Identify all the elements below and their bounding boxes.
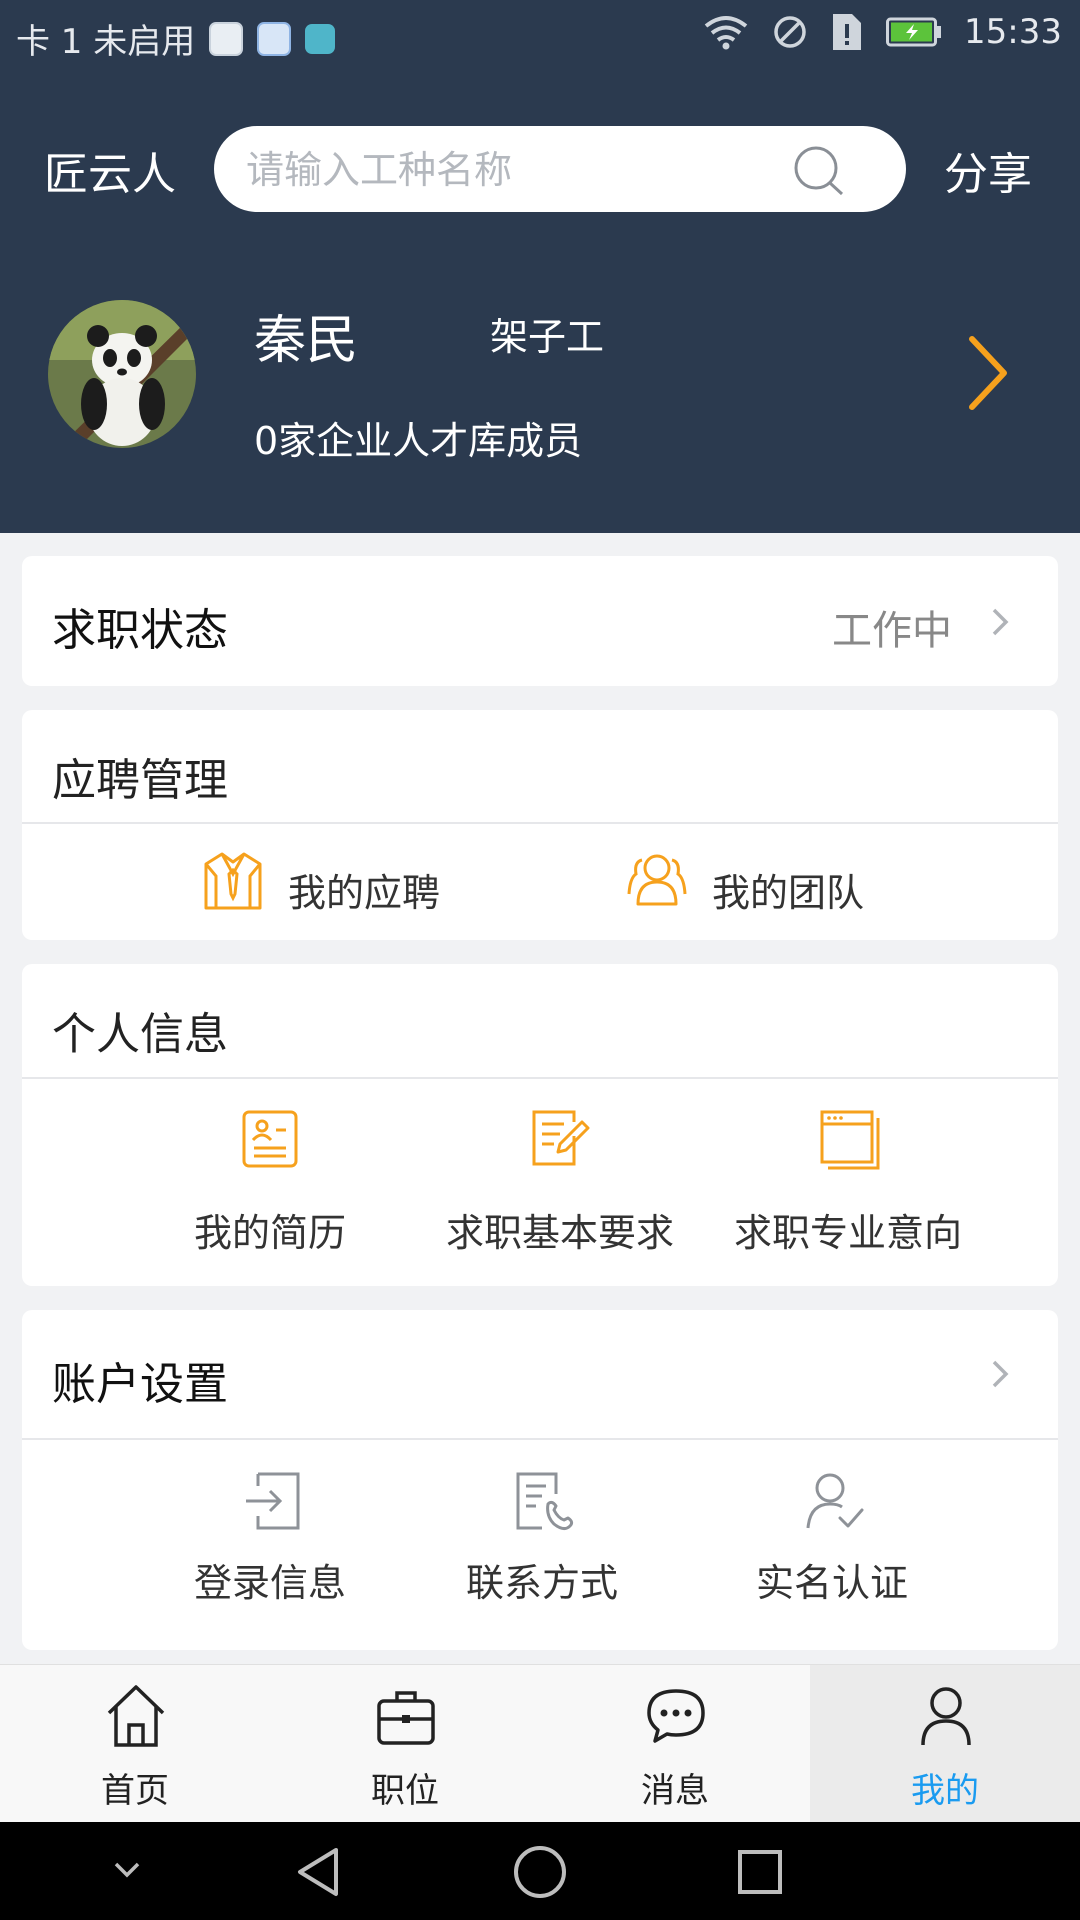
job-intention-label: 求职专业意向 (733, 1211, 962, 1255)
window-icon (820, 1110, 880, 1170)
tab-jobs-label: 职位 (371, 1771, 439, 1811)
job-intention-button[interactable]: 求职专业意向 (688, 1094, 1008, 1274)
system-nav-bar (0, 1822, 1080, 1920)
team-icon (627, 854, 687, 906)
my-team-label: 我的团队 (712, 871, 865, 915)
personal-info-title: 个人信息 (52, 1009, 228, 1060)
wifi-icon (704, 16, 748, 50)
my-team-button[interactable]: 我的团队 (626, 840, 926, 932)
tab-messages-label: 消息 (641, 1771, 709, 1811)
my-applications-button[interactable]: 我的应聘 (202, 840, 502, 932)
divider (22, 1438, 1058, 1440)
profile-header: 卡 1 未启用 15:33 匠云人 请输入工种名称 分享 秦民 架子工 0家企业… (0, 0, 1080, 533)
my-resume-label: 我的简历 (193, 1211, 346, 1255)
bottom-nav: 首页 职位 消息 我的 (0, 1664, 1080, 1823)
carrier-text: 卡 1 未启用 (16, 22, 196, 62)
browser-notification-icon (257, 21, 292, 56)
sim-alert-icon (833, 14, 862, 50)
application-management-card: 应聘管理 我的应聘 我的团队 (22, 710, 1058, 940)
tab-mine-label: 我的 (911, 1771, 979, 1811)
battery-icon (886, 17, 942, 47)
tab-home-label: 首页 (101, 1771, 169, 1811)
tab-mine[interactable]: 我的 (810, 1665, 1080, 1823)
chevron-down-icon[interactable] (110, 1856, 144, 1882)
tab-messages[interactable]: 消息 (540, 1665, 810, 1823)
real-name-verification-label: 实名认证 (755, 1561, 908, 1605)
resume-icon (242, 1110, 298, 1168)
person-icon (921, 1687, 971, 1746)
profile-arrow-icon[interactable] (966, 335, 1010, 411)
home-circle-icon[interactable] (512, 1844, 568, 1900)
search-box[interactable] (214, 126, 906, 212)
divider (22, 822, 1058, 824)
divider (22, 1077, 1058, 1079)
account-settings-row[interactable]: 账户设置 (22, 1310, 1058, 1438)
contact-info-button[interactable]: 联系方式 (382, 1456, 702, 1636)
contact-phone-icon (516, 1472, 574, 1531)
home-icon (107, 1685, 165, 1747)
account-settings-title: 账户设置 (52, 1359, 228, 1410)
search-input[interactable] (244, 144, 808, 196)
contact-info-label: 联系方式 (465, 1561, 618, 1605)
edit-document-icon (532, 1110, 590, 1166)
clock-text: 15:33 (964, 12, 1062, 52)
do-not-disturb-icon (774, 16, 806, 48)
job-requirements-label: 求职基本要求 (445, 1211, 674, 1255)
chevron-right-icon (992, 1360, 1009, 1388)
recents-icon[interactable] (736, 1848, 784, 1896)
back-icon[interactable] (294, 1846, 342, 1898)
app-notification-icon (209, 21, 244, 56)
app-title: 匠云人 (44, 149, 176, 200)
job-status-title: 求职状态 (52, 605, 228, 656)
tab-home[interactable]: 首页 (0, 1665, 270, 1823)
login-icon (246, 1472, 300, 1530)
application-management-title: 应聘管理 (52, 755, 228, 806)
search-icon[interactable] (790, 144, 850, 198)
talent-pool-text: 0家企业人才库成员 (254, 419, 583, 463)
briefcase-icon (377, 1691, 435, 1745)
message-icon (647, 1689, 705, 1743)
chevron-right-icon (992, 608, 1009, 636)
job-status-row[interactable]: 求职状态 工作中 (22, 556, 1058, 686)
personal-info-card: 个人信息 我的简历 求职基本要求 求职专业意向 (22, 964, 1058, 1286)
my-resume-button[interactable]: 我的简历 (110, 1094, 430, 1274)
share-button[interactable]: 分享 (944, 138, 1032, 202)
tab-jobs[interactable]: 职位 (270, 1665, 540, 1823)
job-status-value: 工作中 (832, 608, 952, 654)
real-name-verification-button[interactable]: 实名认证 (672, 1456, 992, 1636)
shirt-tie-icon (204, 852, 262, 910)
user-trade: 架子工 (490, 315, 605, 359)
avatar[interactable] (48, 300, 196, 448)
my-applications-label: 我的应聘 (288, 871, 441, 915)
status-bar: 卡 1 未启用 15:33 (0, 0, 1080, 70)
verified-user-icon (806, 1473, 864, 1529)
account-settings-card: 账户设置 登录信息 联系方式 实名认证 (22, 1310, 1058, 1650)
job-requirements-button[interactable]: 求职基本要求 (400, 1094, 720, 1274)
user-name: 秦民 (254, 311, 359, 371)
android-notification-icon (305, 23, 336, 54)
